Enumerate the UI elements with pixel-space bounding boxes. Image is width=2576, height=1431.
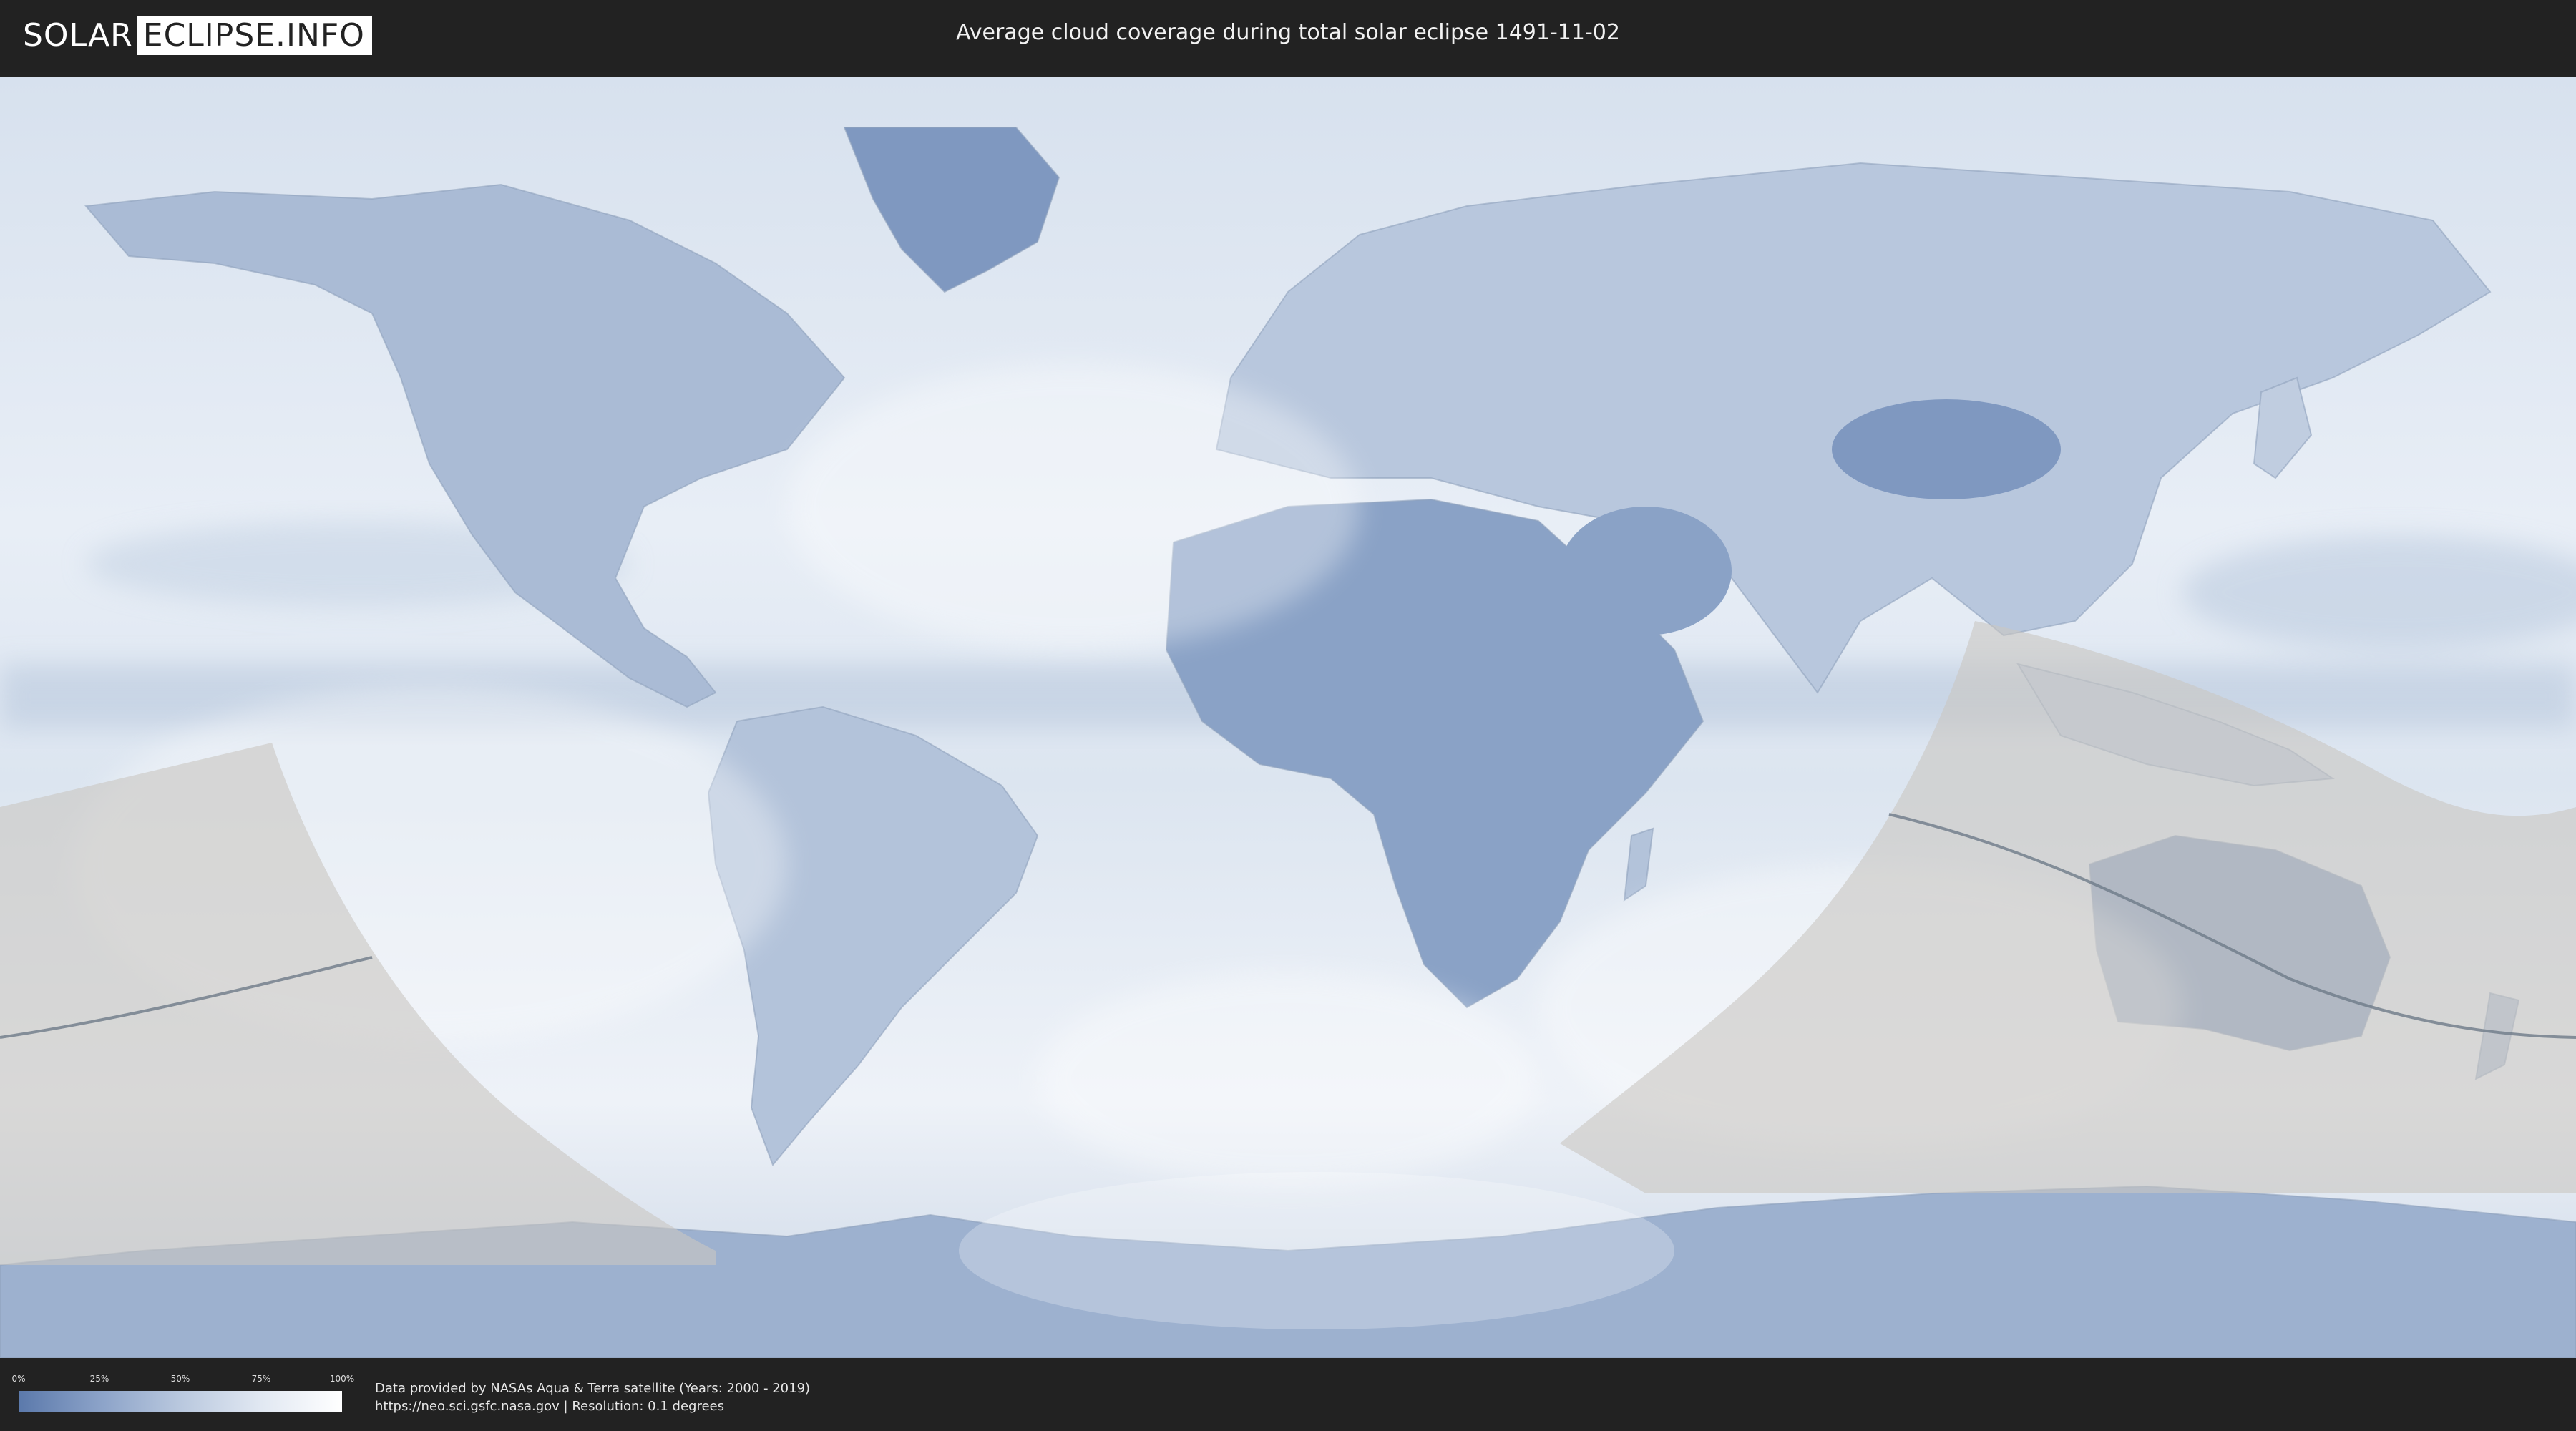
footer-bar: 0% 25% 50% 75% 100% Data provided by NAS… — [0, 1358, 2576, 1431]
source-line-1: Data provided by NASAs Aqua & Terra sate… — [375, 1381, 811, 1396]
map-svg — [0, 77, 2576, 1358]
tibetan-plateau — [1832, 399, 2061, 499]
cloud-coverage-map[interactable] — [0, 77, 2576, 1358]
header-bar: SOLAR ECLIPSE.INFO Average cloud coverag… — [0, 0, 2576, 72]
legend-tick-0: 0% — [11, 1374, 26, 1384]
legend-gradient-bar — [19, 1391, 342, 1412]
legend-tick-50: 50% — [170, 1374, 190, 1384]
legend-tick-75: 75% — [251, 1374, 271, 1384]
page-title: Average cloud coverage during total sola… — [956, 20, 1620, 45]
eclipse-antarctic-oval — [959, 1172, 1674, 1329]
arabian-peninsula — [1560, 507, 1732, 635]
legend-tick-25: 25% — [89, 1374, 109, 1384]
legend-tick-100: 100% — [329, 1374, 355, 1384]
source-line-2: https://neo.sci.gsfc.nasa.gov | Resoluti… — [375, 1399, 724, 1414]
data-source-note: Data provided by NASAs Aqua & Terra sate… — [375, 1379, 810, 1415]
